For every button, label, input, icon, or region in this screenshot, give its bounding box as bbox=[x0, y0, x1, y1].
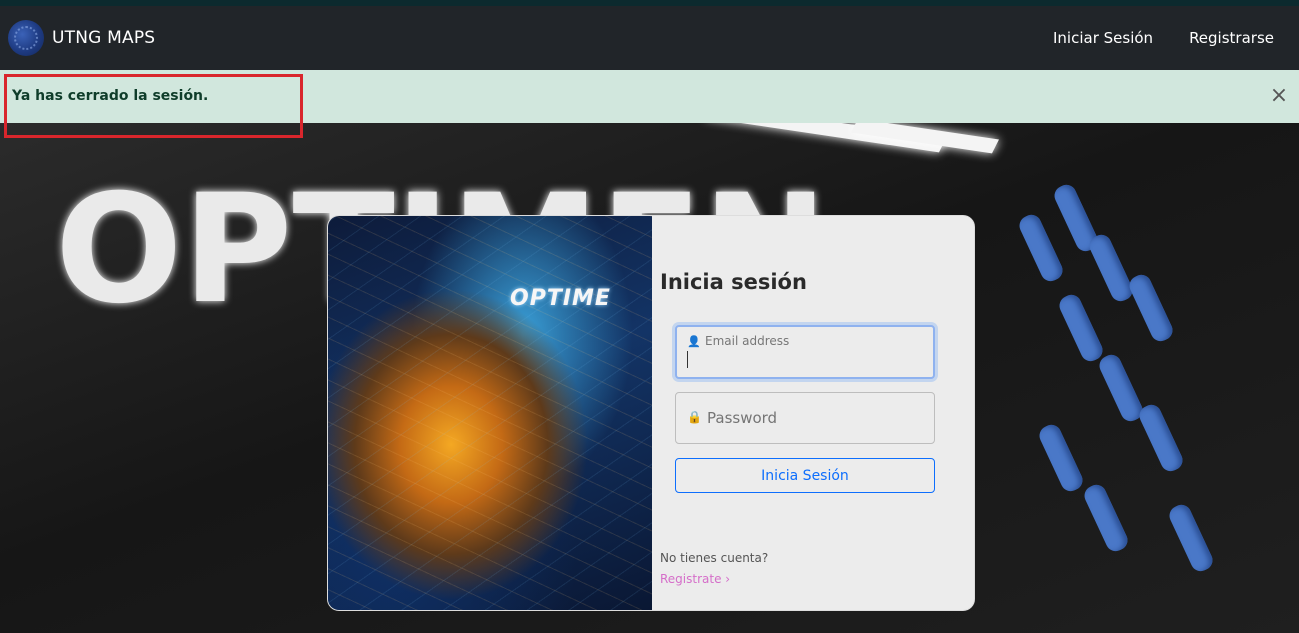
wall-fin bbox=[1136, 401, 1186, 475]
password-input[interactable] bbox=[707, 409, 907, 427]
lock-icon: 🔒 bbox=[687, 410, 702, 424]
image-brand-text: OPTIME bbox=[510, 286, 611, 311]
navbar: UTNG MAPS Iniciar Sesión Registrarse bbox=[0, 6, 1299, 70]
globe-logo-icon bbox=[8, 20, 44, 56]
text-caret bbox=[687, 351, 688, 368]
close-icon[interactable]: × bbox=[1267, 85, 1291, 109]
nav-register-link[interactable]: Registrarse bbox=[1189, 29, 1274, 47]
email-label: Email address bbox=[705, 334, 790, 348]
login-title: Inicia sesión bbox=[660, 270, 807, 294]
nav-login-link[interactable]: Iniciar Sesión bbox=[1053, 29, 1153, 47]
nav-links: Iniciar Sesión Registrarse bbox=[1053, 29, 1274, 47]
person-icon: 👤 bbox=[687, 335, 701, 348]
wall-fin bbox=[1166, 501, 1216, 575]
alert-message: Ya has cerrado la sesión. bbox=[12, 87, 209, 104]
brand-name: UTNG MAPS bbox=[52, 28, 156, 48]
register-link[interactable]: Registrate › bbox=[660, 572, 730, 586]
wall-fin bbox=[1056, 291, 1106, 365]
wall-fin bbox=[1081, 481, 1131, 555]
login-card: OPTIME Inicia sesión 👤 Email address 🔒 I… bbox=[327, 215, 975, 611]
wall-fin bbox=[1016, 211, 1066, 285]
network-lines bbox=[328, 216, 652, 610]
wall-fin bbox=[1086, 231, 1136, 305]
earth-image: OPTIME bbox=[328, 216, 652, 610]
no-account-text: No tienes cuenta? bbox=[660, 551, 769, 565]
brand[interactable]: UTNG MAPS bbox=[8, 20, 155, 56]
password-field[interactable]: 🔒 bbox=[675, 392, 935, 444]
logout-alert: Ya has cerrado la sesión. × bbox=[0, 70, 1299, 123]
email-field[interactable]: 👤 Email address bbox=[675, 325, 935, 379]
login-form: Inicia sesión 👤 Email address 🔒 Inicia S… bbox=[652, 216, 974, 610]
login-submit-button[interactable]: Inicia Sesión bbox=[675, 458, 935, 493]
wall-fin bbox=[1126, 271, 1176, 345]
wall-fin bbox=[1036, 421, 1086, 495]
